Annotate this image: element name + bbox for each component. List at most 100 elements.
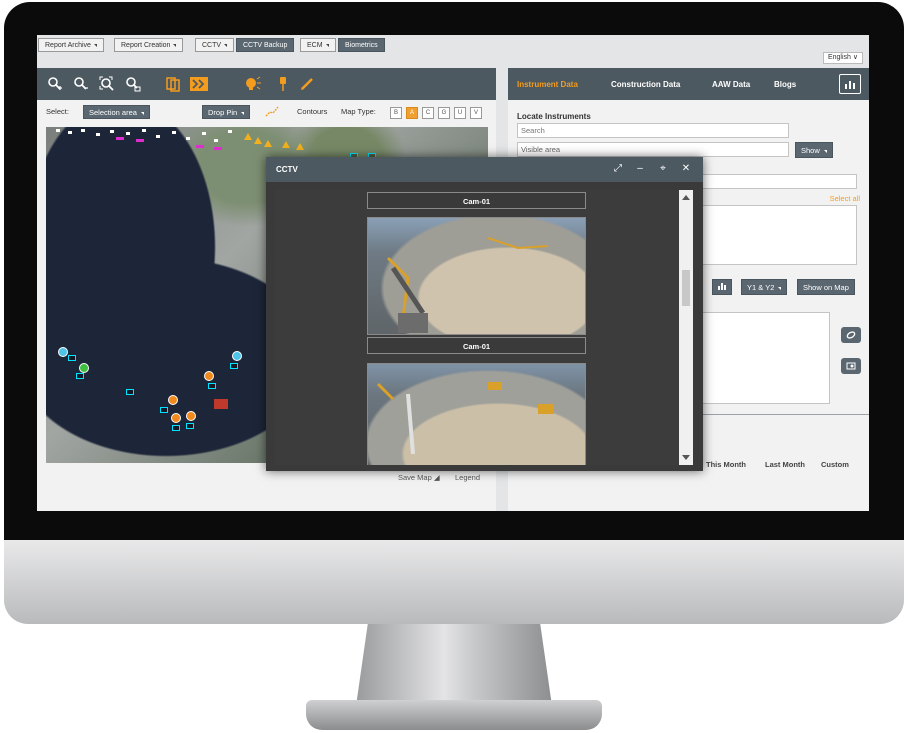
map-marker[interactable] xyxy=(186,137,190,140)
map-type-b[interactable]: B xyxy=(390,107,402,119)
map-marker[interactable] xyxy=(172,131,176,134)
map-marker[interactable] xyxy=(126,132,130,135)
tab-construction-data[interactable]: Construction Data xyxy=(611,80,680,89)
layers-icon[interactable] xyxy=(164,75,182,93)
pencil-icon[interactable] xyxy=(298,75,316,93)
minimize-icon[interactable]: – xyxy=(634,163,646,175)
cctv-modal-header: CCTV ⤢ – ⌖ ✕ xyxy=(266,157,703,182)
camera-label: Cam-01 xyxy=(367,337,586,354)
map-marker[interactable] xyxy=(142,129,146,132)
map-marker[interactable] xyxy=(96,133,100,136)
map-marker[interactable] xyxy=(56,129,60,132)
nav-cctv[interactable]: CCTV xyxy=(195,38,235,52)
instrument-pin-icon[interactable] xyxy=(168,395,178,405)
map-type-g[interactable]: G xyxy=(438,107,450,119)
map-marker[interactable] xyxy=(214,139,218,142)
y-axis-dropdown[interactable]: Y1 & Y2 xyxy=(741,279,788,295)
warning-icon[interactable] xyxy=(282,141,290,148)
chart-icon[interactable] xyxy=(839,74,861,94)
selection-area-dropdown[interactable]: Selection area xyxy=(83,105,150,119)
camera-pin-icon[interactable] xyxy=(58,347,68,357)
zoom-box-icon[interactable] xyxy=(124,75,142,93)
map-type-c[interactable]: C xyxy=(422,107,434,119)
instrument-marker[interactable] xyxy=(208,383,216,389)
map-marker[interactable] xyxy=(68,131,72,134)
scroll-up-icon[interactable] xyxy=(682,195,690,200)
language-select[interactable]: English ∨ xyxy=(822,52,863,64)
warning-icon[interactable] xyxy=(244,133,252,140)
nav-report-archive[interactable]: Report Archive xyxy=(38,38,104,52)
camera-pin-icon[interactable] xyxy=(232,351,242,361)
instrument-marker[interactable] xyxy=(68,355,76,361)
map-type-v[interactable]: V xyxy=(470,107,482,119)
nav-biometrics[interactable]: Biometrics xyxy=(338,38,385,52)
instrument-marker[interactable] xyxy=(126,389,134,395)
map-marker[interactable] xyxy=(156,135,160,138)
save-map-button[interactable]: Save Map ◢ xyxy=(398,473,440,482)
scroll-down-icon[interactable] xyxy=(682,455,690,460)
dropdown-icon xyxy=(93,43,97,47)
nav-report-creation[interactable]: Report Creation xyxy=(114,38,184,52)
close-icon[interactable]: ✕ xyxy=(680,163,692,175)
map-footer: Save Map ◢ Legend xyxy=(37,473,496,487)
map-marker[interactable] xyxy=(110,130,114,133)
map-marker[interactable] xyxy=(81,129,85,132)
legend-button[interactable]: Legend xyxy=(455,473,480,482)
attach-icon[interactable] xyxy=(841,327,861,343)
pin-window-icon[interactable]: ⌖ xyxy=(657,163,669,175)
dropdown-icon xyxy=(224,43,228,47)
nav-cctv-backup[interactable]: CCTV Backup xyxy=(236,38,295,52)
map-line-segment xyxy=(214,147,222,150)
tab-blogs[interactable]: Blogs xyxy=(774,80,796,89)
monitor-stand-neck xyxy=(356,624,552,706)
expand-icon[interactable]: ⤢ xyxy=(612,163,624,175)
instrument-marker[interactable] xyxy=(172,425,180,431)
instrument-pin-icon[interactable] xyxy=(79,363,89,373)
chevron-down-icon: ∨ xyxy=(852,54,858,61)
zoom-out-icon[interactable] xyxy=(72,75,90,93)
show-button[interactable]: Show xyxy=(795,142,833,158)
cctv-modal: CCTV ⤢ – ⌖ ✕ Cam-01 Cam-01 xyxy=(266,157,703,471)
contours-label: Contours xyxy=(297,107,328,116)
tab-instrument-data[interactable]: Instrument Data xyxy=(517,80,578,89)
pin-icon[interactable] xyxy=(274,75,292,93)
forward-icon[interactable] xyxy=(190,75,208,93)
instrument-pin-icon[interactable] xyxy=(204,371,214,381)
map-marker[interactable] xyxy=(228,130,232,133)
zoom-in-icon[interactable] xyxy=(46,75,64,93)
map-marker[interactable] xyxy=(202,132,206,135)
map-type-label: Map Type: xyxy=(341,107,376,116)
camera-feed-image[interactable] xyxy=(367,217,586,335)
show-on-map-button[interactable]: Show on Map xyxy=(797,279,855,295)
chart-toggle-button[interactable] xyxy=(712,279,732,295)
contour-tool-icon[interactable] xyxy=(265,105,279,119)
instrument-marker[interactable] xyxy=(186,423,194,429)
camera-feed-image[interactable] xyxy=(367,363,586,465)
warning-icon[interactable] xyxy=(296,143,304,150)
alert-bulb-icon[interactable] xyxy=(244,75,262,93)
range-this-month[interactable]: This Month xyxy=(706,460,746,469)
instrument-marker[interactable] xyxy=(76,373,84,379)
photo-icon[interactable] xyxy=(841,358,861,374)
search-input[interactable] xyxy=(517,123,789,138)
range-last-month[interactable]: Last Month xyxy=(765,460,805,469)
range-custom[interactable]: Custom xyxy=(821,460,849,469)
visible-area-select[interactable]: Visible area xyxy=(517,142,789,157)
map-type-u[interactable]: U xyxy=(454,107,466,119)
instrument-marker[interactable] xyxy=(160,407,168,413)
warning-icon[interactable] xyxy=(264,140,272,147)
warning-icon[interactable] xyxy=(254,137,262,144)
instrument-pin-icon[interactable] xyxy=(186,411,196,421)
select-all-link[interactable]: Select all xyxy=(830,194,860,203)
instrument-pin-icon[interactable] xyxy=(171,413,181,423)
instrument-marker[interactable] xyxy=(230,363,238,369)
map-line-segment xyxy=(196,145,204,148)
map-type-a[interactable]: A xyxy=(406,107,418,119)
zoom-extent-icon[interactable] xyxy=(98,75,116,93)
drop-pin-dropdown[interactable]: Drop Pin xyxy=(202,105,251,119)
camera-feed-list[interactable]: Cam-01 Cam-01 xyxy=(275,190,679,465)
nav-ecm[interactable]: ECM xyxy=(300,38,336,52)
scrollbar-thumb[interactable] xyxy=(682,270,690,306)
scrollbar[interactable] xyxy=(679,190,693,465)
tab-aaw-data[interactable]: AAW Data xyxy=(712,80,750,89)
